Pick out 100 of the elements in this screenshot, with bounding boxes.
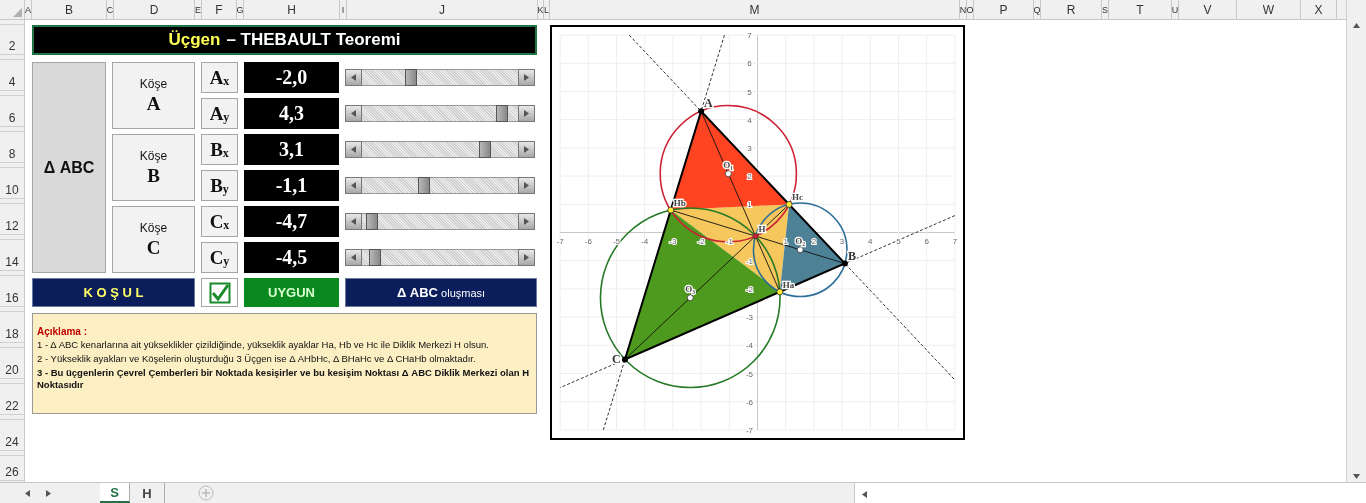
foot-point — [667, 206, 675, 214]
row-header[interactable]: 18 — [0, 312, 24, 343]
column-header[interactable]: D — [114, 0, 195, 19]
column-header[interactable]: B — [32, 0, 107, 19]
column-header[interactable]: I — [340, 0, 347, 19]
column-header[interactable]: G — [237, 0, 244, 19]
column-header[interactable]: J — [347, 0, 538, 19]
slider-thumb[interactable] — [418, 177, 431, 194]
scroll-left-button[interactable] — [345, 105, 362, 122]
checkbox[interactable] — [208, 281, 231, 304]
row-header[interactable]: 16 — [0, 276, 24, 307]
note-text: 3 - Bu üçgenlerin Çevrel Çemberleri bir Noktada kesişirler ve bu kesişim Noktası Δ ABC Diklik Merkezi olan H Noktasıdır — [37, 367, 531, 391]
axis-tick-label: 4 — [747, 115, 752, 125]
column-header[interactable]: M — [550, 0, 960, 19]
axis-tick-label: 1 — [783, 236, 788, 246]
left-arrow-icon — [350, 254, 357, 261]
column-header[interactable]: K — [538, 0, 544, 19]
row-header[interactable]: 24 — [0, 420, 24, 451]
scroll-right-button[interactable] — [518, 177, 535, 194]
left-arrow-icon — [24, 489, 31, 497]
scroll-right-button[interactable] — [518, 213, 535, 230]
column-header[interactable]: N — [960, 0, 967, 19]
scroll-right-button[interactable] — [518, 69, 535, 86]
vertex-name: A — [146, 92, 161, 115]
column-header[interactable]: L — [544, 0, 550, 19]
slider-thumb[interactable] — [369, 249, 382, 266]
row-header[interactable]: 14 — [0, 240, 24, 271]
sheet-tab[interactable]: S — [100, 483, 130, 503]
axis-tick-label: 7 — [952, 236, 958, 246]
axis-tick-label: 3 — [839, 236, 845, 246]
scroll-left-button[interactable] — [345, 177, 362, 194]
coordinate-value: -4,5 — [244, 242, 339, 273]
column-header[interactable]: A — [25, 0, 32, 19]
row-header[interactable]: 12 — [0, 204, 24, 235]
point-label: A — [704, 96, 713, 111]
right-arrow-icon — [523, 146, 530, 153]
column-header[interactable]: C — [107, 0, 114, 19]
column-header[interactable]: O — [967, 0, 974, 19]
scroll-left-button[interactable] — [345, 141, 362, 158]
point-label: Hc — [792, 192, 804, 203]
vertex-caption: Köşe — [139, 76, 168, 91]
axis-tick-label: -1 — [745, 256, 754, 266]
coordinate-value: -2,0 — [244, 62, 339, 93]
foot-point — [785, 201, 793, 208]
axis-tick-label: -4 — [641, 236, 649, 246]
status-text: UYGUN — [244, 278, 339, 307]
left-arrow-icon — [861, 491, 868, 498]
axis-tick-label: -6 — [745, 397, 754, 407]
scroll-right-button[interactable] — [518, 141, 535, 158]
point-label: O₂ — [795, 235, 805, 246]
right-arrow-icon — [523, 254, 530, 261]
vertex-point — [621, 356, 628, 363]
row-header[interactable]: 6 — [0, 96, 24, 127]
horizontal-scrollbar[interactable] — [854, 483, 1366, 503]
scroll-left-button[interactable] — [345, 69, 362, 86]
row-header[interactable]: 4 — [0, 60, 24, 91]
slider-thumb[interactable] — [405, 69, 418, 86]
column-header[interactable]: V — [1179, 0, 1237, 19]
axis-tick-label: -5 — [612, 236, 621, 246]
coordinate-value: -4,7 — [244, 206, 339, 237]
center-point — [724, 170, 732, 178]
column-header[interactable]: X — [1301, 0, 1337, 19]
column-header[interactable]: Q — [1034, 0, 1041, 19]
row-header[interactable]: 2 — [0, 25, 24, 55]
scroll-right-button[interactable] — [518, 105, 535, 122]
axis-tick-label: -3 — [745, 313, 754, 323]
vertical-scrollbar[interactable] — [1346, 0, 1366, 482]
down-arrow-icon — [1353, 473, 1360, 480]
note-text: 2 - Yükseklik ayakları ve Köşelerin oluşturduğu 3 Üçgen ise Δ AHbHc, Δ BHaHc ve Δ CHaHb olmaktadır. — [37, 353, 477, 365]
row-header[interactable]: 8 — [0, 132, 24, 163]
axis-tick-label: -6 — [584, 236, 592, 246]
row-header[interactable]: 10 — [0, 168, 24, 199]
row-header[interactable]: 20 — [0, 348, 24, 379]
up-arrow-icon — [1353, 22, 1360, 29]
vertex-point — [698, 108, 705, 115]
foot-point — [776, 288, 784, 296]
column-header[interactable]: T — [1109, 0, 1172, 19]
vertex-name: C — [146, 236, 161, 259]
axis-tick-label: 1 — [747, 200, 752, 210]
coordinate-value: 4,3 — [244, 98, 339, 129]
column-header[interactable]: R — [1041, 0, 1102, 19]
condition-label: K O Ş U L — [32, 278, 195, 307]
row-header[interactable]: 22 — [0, 384, 24, 415]
right-arrow-icon — [523, 110, 530, 117]
column-header[interactable]: E — [195, 0, 202, 19]
scroll-left-button[interactable] — [345, 249, 362, 266]
slider-thumb[interactable] — [495, 105, 508, 122]
column-header[interactable]: P — [974, 0, 1034, 19]
column-header[interactable]: S — [1102, 0, 1109, 19]
row-header[interactable]: 26 — [0, 456, 24, 481]
scroll-right-button[interactable] — [518, 249, 535, 266]
point-label: Hb — [673, 198, 686, 209]
slider-thumb[interactable] — [366, 213, 379, 230]
column-header[interactable]: W — [1237, 0, 1301, 19]
column-header[interactable]: H — [244, 0, 340, 19]
column-header[interactable]: F — [202, 0, 237, 19]
scroll-left-button[interactable] — [345, 213, 362, 230]
title-text: – THEBAULT Teoremi — [226, 30, 401, 50]
column-header[interactable]: U — [1172, 0, 1179, 19]
slider-thumb[interactable] — [478, 141, 491, 158]
